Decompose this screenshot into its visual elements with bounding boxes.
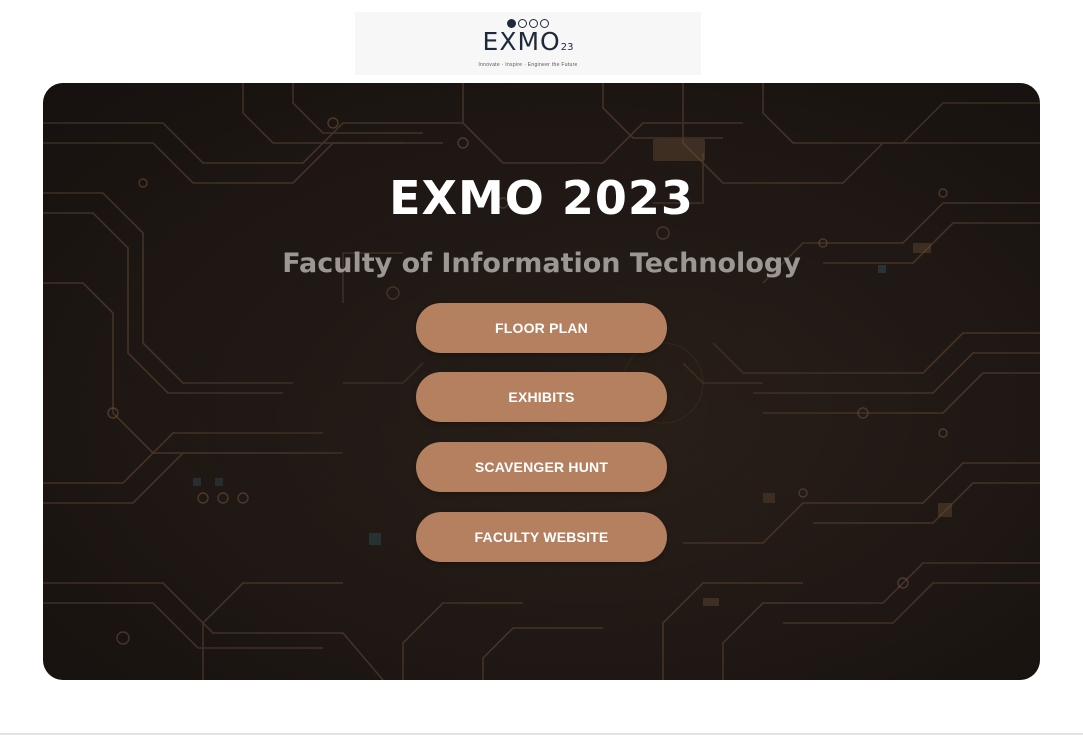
- scavenger-hunt-button[interactable]: SCAVENGER HUNT: [416, 442, 667, 492]
- logo-wordmark: EXMO23: [482, 27, 574, 56]
- hero-banner: EXMO 2023 Faculty of Information Technol…: [43, 83, 1040, 680]
- site-logo[interactable]: EXMO23 Innovate · Inspire · Engineer the…: [355, 12, 701, 75]
- faculty-website-button[interactable]: FACULTY WEBSITE: [416, 512, 667, 562]
- page-subtitle: Faculty of Information Technology: [282, 248, 801, 279]
- exhibits-button[interactable]: EXHIBITS: [416, 372, 667, 422]
- logo-tagline: Innovate · Inspire · Engineer the Future: [478, 62, 578, 68]
- floor-plan-button[interactable]: FLOOR PLAN: [416, 303, 667, 353]
- page-title: EXMO 2023: [389, 171, 694, 225]
